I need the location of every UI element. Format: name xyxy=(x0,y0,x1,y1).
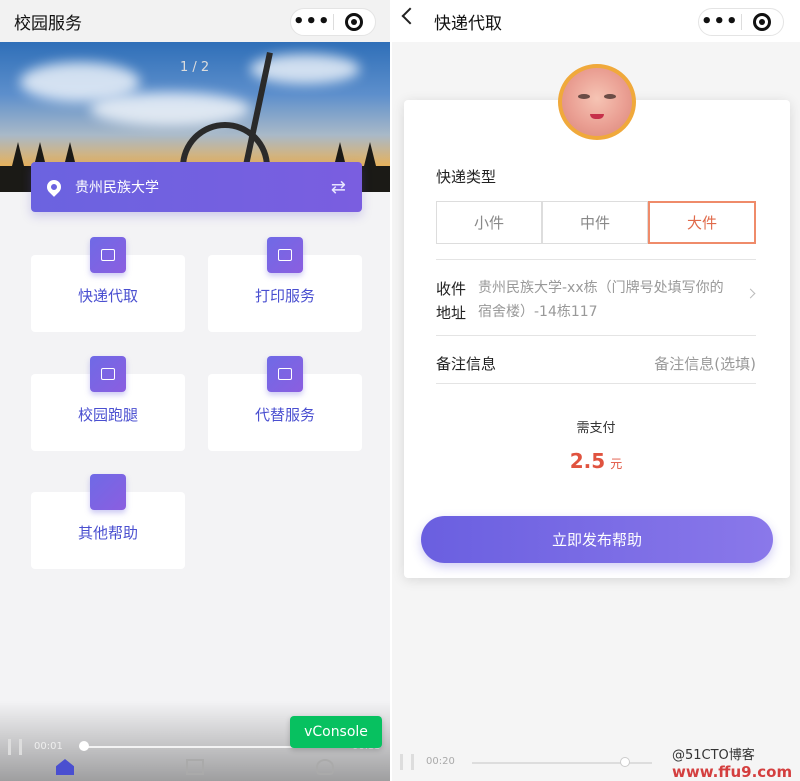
divider xyxy=(436,259,756,260)
target-icon xyxy=(345,13,364,31)
video-progress-knob[interactable] xyxy=(79,741,89,751)
icon-glyph xyxy=(101,249,115,261)
location-selector[interactable]: 贵州民族大学 ⇄ xyxy=(31,162,362,212)
service-campus-errand[interactable]: 校园跑腿 xyxy=(31,356,185,451)
watermark-line1: @51CTO博客 xyxy=(672,748,755,763)
icon-glyph xyxy=(278,249,292,261)
address-value[interactable]: 贵州民族大学-xx栋（门牌号处填写你的宿舍楼）-14栋117 xyxy=(478,276,728,324)
watermark-line2: www.ffu9.com xyxy=(672,763,793,781)
vconsole-button[interactable]: vConsole xyxy=(290,716,382,748)
pay-amount: 2.5 元 xyxy=(392,449,800,473)
avatar-mouth xyxy=(590,114,604,119)
home-icon[interactable] xyxy=(56,759,74,775)
service-label: 其他帮助 xyxy=(77,524,138,542)
service-substitute[interactable]: 代替服务 xyxy=(208,356,362,451)
banner-pager: 1 / 2 xyxy=(180,60,210,75)
icon-glyph xyxy=(278,368,292,380)
target-icon xyxy=(753,13,772,31)
note-input[interactable]: 备注信息(选填) xyxy=(622,353,756,374)
avatar-eye xyxy=(578,94,590,99)
monitor-icon xyxy=(90,356,126,392)
more-menu-icon[interactable]: ••• xyxy=(291,8,333,36)
book-icon xyxy=(267,356,303,392)
publish-help-button[interactable]: 立即发布帮助 xyxy=(421,516,773,563)
divider xyxy=(436,335,756,336)
swap-arrows-icon[interactable]: ⇄ xyxy=(331,177,346,198)
service-label: 代替服务 xyxy=(254,406,315,424)
note-label: 备注信息 xyxy=(436,355,497,373)
top-bar: 快递代取 ••• xyxy=(392,0,800,42)
user-avatar xyxy=(558,64,636,140)
video-current-time: 00:01 xyxy=(34,741,63,752)
icon-glyph xyxy=(101,368,115,380)
pay-label: 需支付 xyxy=(576,421,616,436)
service-label: 快递代取 xyxy=(77,287,138,305)
mini-program-capsule: ••• xyxy=(698,8,784,36)
user-location-icon xyxy=(90,237,126,273)
tab-bar xyxy=(0,753,390,781)
page-title: 校园服务 xyxy=(14,13,82,34)
page-title: 快递代取 xyxy=(434,13,502,34)
service-other-help[interactable]: 其他帮助 xyxy=(31,474,185,569)
mini-program-capsule: ••• xyxy=(290,8,376,36)
type-option-small[interactable]: 小件 xyxy=(436,201,542,244)
top-bar: 校园服务 ••• xyxy=(0,0,390,42)
service-label: 打印服务 xyxy=(254,287,315,305)
close-mini-program-button[interactable] xyxy=(742,13,784,31)
close-mini-program-button[interactable] xyxy=(334,13,376,31)
service-express-pickup[interactable]: 快递代取 xyxy=(31,237,185,332)
service-label: 校园跑腿 xyxy=(77,406,138,424)
type-option-medium[interactable]: 中件 xyxy=(542,201,648,244)
pause-icon[interactable] xyxy=(400,754,414,770)
express-pickup-screen: 快递代取 ••• 快递类型 小件 中件 大件 收件地址 贵州民族大学-xx栋（门… xyxy=(392,0,800,781)
pay-amount-value: 2.5 xyxy=(569,449,606,473)
university-name: 贵州民族大学 xyxy=(75,180,159,196)
campus-service-screen: 校园服务 ••• 1 / 2 贵州民族大学 ⇄ 快递代取 打印服务 校园跑腿 代… xyxy=(0,0,390,781)
video-progress-knob[interactable] xyxy=(620,757,630,767)
location-pin-icon xyxy=(44,177,64,197)
divider xyxy=(436,383,756,384)
cloud-shape xyxy=(90,92,250,126)
person-icon[interactable] xyxy=(316,759,334,775)
more-menu-icon[interactable]: ••• xyxy=(699,8,741,36)
printer-icon xyxy=(267,237,303,273)
door-icon[interactable] xyxy=(186,759,204,775)
watermark: @51CTO博客 www.ffu9.com xyxy=(672,748,792,780)
address-label: 收件地址 xyxy=(436,280,467,322)
pay-amount-unit: 元 xyxy=(610,457,623,471)
avatar-eye xyxy=(604,94,616,99)
express-type-label: 快递类型 xyxy=(436,168,497,186)
back-arrow-icon[interactable] xyxy=(401,7,419,25)
type-option-large[interactable]: 大件 xyxy=(648,201,756,244)
help-icon xyxy=(90,474,126,510)
express-type-selector: 小件 中件 大件 xyxy=(436,201,756,244)
service-printing[interactable]: 打印服务 xyxy=(208,237,362,332)
video-current-time: 00:20 xyxy=(426,756,455,767)
